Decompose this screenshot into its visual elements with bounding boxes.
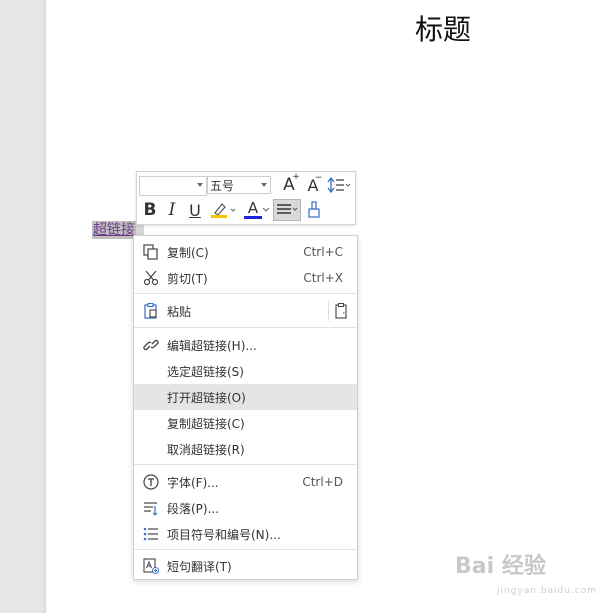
menu-item-label: 编辑超链接(H)...: [167, 338, 257, 353]
paste-options-icon: [335, 303, 347, 319]
highlight-button[interactable]: [209, 200, 239, 220]
menu-item-copy[interactable]: 复制(C) Ctrl+C: [134, 239, 357, 265]
translate-icon: [142, 557, 160, 575]
menu-item-label: 打开超链接(O): [167, 390, 246, 405]
bullet-list-icon: [142, 525, 160, 543]
menu-item-label: 短句翻译(T): [167, 559, 232, 574]
menu-item-copy-hyperlink[interactable]: 复制超链接(C): [134, 410, 357, 436]
font-icon: [142, 473, 160, 491]
align-icon: [277, 204, 298, 214]
font-name-select[interactable]: [139, 176, 207, 196]
mini-toolbar: 五号 A + A − B I U A: [136, 171, 356, 225]
menu-item-label: 剪切(T): [167, 271, 208, 286]
menu-item-paste[interactable]: 粘贴: [134, 298, 357, 324]
document-title: 标题: [415, 13, 472, 46]
font-size-select[interactable]: 五号: [207, 176, 271, 194]
shrink-font-button[interactable]: A −: [303, 172, 323, 195]
menu-item-label: 复制(C): [167, 245, 209, 260]
menu-item-edit-hyperlink[interactable]: 编辑超链接(H)...: [134, 332, 357, 358]
font-color-icon: A: [244, 201, 262, 219]
format-painter-button[interactable]: [305, 200, 325, 220]
menu-item-paragraph[interactable]: 段落(P)...: [134, 495, 357, 521]
chevron-down-icon: [262, 207, 270, 212]
chevron-down-icon: [197, 183, 203, 187]
link-icon: [142, 336, 160, 354]
watermark-brand: Bai 经验: [455, 554, 546, 579]
font-size-value: 五号: [210, 179, 235, 193]
menu-item-cut[interactable]: 剪切(T) Ctrl+X: [134, 265, 357, 291]
align-button[interactable]: [273, 199, 301, 221]
underline-button[interactable]: U: [186, 200, 204, 220]
copy-icon: [142, 243, 160, 261]
hyperlink-text[interactable]: 超链接: [92, 221, 136, 239]
paragraph-icon: [142, 499, 160, 517]
menu-separator: [134, 464, 357, 465]
baidu-jingyan-watermark: Bai 经验 jingyan.baidu.com: [455, 548, 598, 610]
menu-separator: [134, 327, 357, 328]
menu-item-label: 段落(P)...: [167, 501, 220, 516]
menu-item-label: 项目符号和编号(N)...: [167, 527, 281, 542]
grow-font-button[interactable]: A +: [279, 172, 300, 195]
menu-separator: [134, 549, 357, 550]
chevron-down-icon: [261, 183, 267, 187]
watermark-url: jingyan.baidu.com: [497, 586, 598, 596]
cut-icon: [142, 269, 160, 287]
context-menu: 复制(C) Ctrl+C 剪切(T) Ctrl+X 粘贴 编辑超链接(H)...…: [133, 235, 358, 580]
underline-icon: U: [189, 200, 201, 220]
menu-separator: [134, 293, 357, 294]
grow-font-icon: A +: [283, 172, 300, 195]
menu-item-select-hyperlink[interactable]: 选定超链接(S): [134, 358, 357, 384]
font-color-button[interactable]: A: [243, 200, 271, 220]
menu-item-bullets-numbering[interactable]: 项目符号和编号(N)...: [134, 521, 357, 547]
highlight-icon: [211, 203, 236, 218]
bold-button[interactable]: B: [141, 200, 159, 220]
left-gutter: [0, 0, 44, 613]
menu-item-label: 选定超链接(S): [167, 364, 244, 379]
line-spacing-icon: [327, 177, 351, 193]
menu-item-label: 复制超链接(C): [167, 416, 245, 431]
menu-item-shortcut: Ctrl+D: [302, 475, 343, 489]
menu-item-label: 字体(F)...: [167, 475, 219, 490]
menu-item-label: 粘贴: [167, 304, 192, 319]
menu-item-translate[interactable]: 短句翻译(T): [134, 553, 357, 579]
format-painter-icon: [308, 201, 320, 218]
paste-icon: [142, 302, 160, 320]
menu-item-shortcut: Ctrl+C: [303, 245, 343, 259]
line-spacing-button[interactable]: [326, 175, 352, 195]
menu-item-label: 取消超链接(R): [167, 442, 245, 457]
menu-item-shortcut: Ctrl+X: [303, 271, 343, 285]
italic-button[interactable]: I: [163, 200, 181, 220]
paste-options-button[interactable]: [328, 301, 349, 321]
shrink-font-icon: A −: [307, 172, 323, 195]
menu-item-remove-hyperlink[interactable]: 取消超链接(R): [134, 436, 357, 462]
menu-item-open-hyperlink[interactable]: 打开超链接(O): [134, 384, 357, 410]
bold-icon: B: [143, 200, 157, 220]
menu-item-font[interactable]: 字体(F)... Ctrl+D: [134, 469, 357, 495]
italic-icon: I: [168, 200, 176, 220]
page-edge: [44, 0, 47, 613]
